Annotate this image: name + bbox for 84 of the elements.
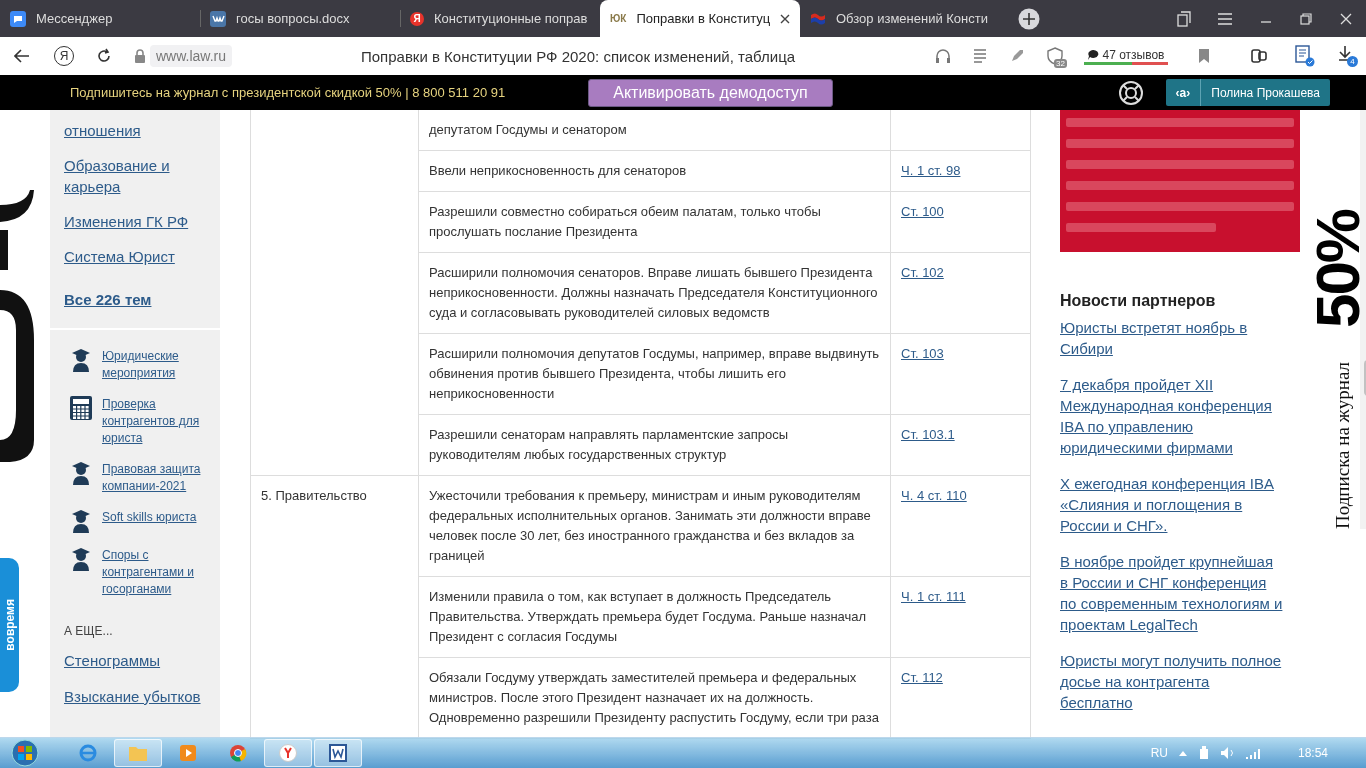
- promo-text: Подпишитесь на журнал с президентской скидкой 50% | 8 800 511 20 91: [70, 85, 507, 100]
- browser-tab[interactable]: Обзор изменений Консти: [800, 0, 1000, 37]
- browser-icon: [228, 743, 248, 763]
- table-cell: депутатом Госдумы и сенатором: [419, 110, 891, 151]
- table-cell: Расширили полномочия сенаторов. Вправе лишать бывшего Президента неприкосновенности. Должны назначать Председателя Конституционного суда и согласовывать руководителей силовых ведомств: [419, 253, 891, 334]
- topic-link[interactable]: отношения: [64, 120, 206, 141]
- start-icon[interactable]: [8, 739, 42, 767]
- signal-icon[interactable]: [1245, 747, 1262, 759]
- browser-icon: [78, 743, 98, 763]
- table-cell: Разрешили совместно собираться обеим палатам, только чтобы прослушать послание Президента: [419, 192, 891, 253]
- media-player-icon: [178, 743, 198, 763]
- document-extension-icon[interactable]: [1294, 45, 1316, 67]
- browser-tab[interactable]: Мессенджер: [0, 0, 200, 37]
- reader-icon[interactable]: [973, 48, 987, 64]
- browser-icon: [278, 743, 298, 763]
- topic-link[interactable]: Взыскание убытков: [64, 686, 206, 707]
- article-link[interactable]: Ст. 112: [901, 670, 943, 685]
- table-cell: Ввели неприкосновенность для сенаторов: [419, 151, 891, 192]
- taskbar-button[interactable]: [314, 739, 362, 767]
- graduate-icon: [70, 348, 92, 372]
- section-heading: А ЕЩЕ...: [63, 623, 114, 638]
- site-logo-icon: Я: [410, 11, 424, 26]
- close-icon[interactable]: [780, 13, 790, 24]
- headphones-icon[interactable]: [935, 48, 951, 64]
- topic-link[interactable]: Все 226 тем: [64, 289, 206, 310]
- device-icon[interactable]: [1197, 746, 1210, 760]
- topic-link[interactable]: Система Юрист: [64, 246, 206, 267]
- service-link[interactable]: Проверка контрагентов для юриста: [102, 396, 210, 447]
- lock-icon: [134, 49, 146, 63]
- service-link[interactable]: Споры с контрагентами и госорганами: [102, 547, 210, 598]
- user-button[interactable]: ‹a› Полина Прокашева: [1165, 79, 1330, 106]
- extension-icon[interactable]: [1250, 47, 1268, 65]
- article-link[interactable]: Ст. 103: [901, 346, 944, 361]
- tabs-icon[interactable]: [1177, 10, 1191, 27]
- chat-icon: [10, 10, 26, 27]
- lifebuoy-icon[interactable]: [1117, 79, 1144, 106]
- volume-icon[interactable]: [1219, 746, 1236, 760]
- new-tab-icon[interactable]: [1018, 7, 1040, 30]
- news-heading: Новости партнеров: [1060, 292, 1217, 310]
- document-icon: [328, 743, 348, 763]
- promo-figure: 50%: [1316, 210, 1360, 329]
- menu-icon[interactable]: [1217, 12, 1233, 25]
- service-link[interactable]: Юридические мероприятия: [102, 348, 210, 382]
- article-link[interactable]: Ст. 103.1: [901, 427, 955, 442]
- service-link[interactable]: Soft skills юриста: [102, 509, 197, 526]
- article-link[interactable]: Ст. 102: [901, 265, 944, 280]
- browser-tab[interactable]: госы вопросы.docx: [200, 0, 400, 37]
- url-field[interactable]: www.law.ru: [150, 45, 233, 67]
- table-cell: Ужесточили требования к премьеру, министрам и иным руководителям федеральных исполнительных органов. Занимать эти должности вправе человек после 30 лет, без иностранного гражданства и без вкладов за границей: [419, 476, 891, 577]
- site-logo-icon: ЮК: [610, 13, 627, 24]
- news-link[interactable]: Юристы встретят ноябрь в Сибири: [1060, 317, 1285, 359]
- table-cell: Разрешили сенаторам направлять парламентские запросы руководителям любых государственных структур: [419, 415, 891, 476]
- topic-link[interactable]: Стенограммы: [64, 650, 206, 671]
- table-cell: Расширили полномочия депутатов Госдумы, например, вправе выдвинуть обвинения против бывшего Президента, чтобы лишить его неприкосновенности: [419, 334, 891, 415]
- bookmark-icon[interactable]: [1198, 48, 1210, 64]
- service-link[interactable]: Правовая защита компании-2021: [102, 461, 210, 495]
- article-link[interactable]: Ст. 100: [901, 204, 944, 219]
- promo-caption: Подписка на журнал: [1332, 362, 1354, 530]
- browser-tab[interactable]: Я Конституционные поправ: [400, 0, 600, 37]
- back-icon[interactable]: [14, 49, 30, 63]
- table-cell: Изменили правила о том, как вступает в должность Председатель Правительства. Утверждать премьера будет Госдума. Раньше назначал Президент с согласия Госдумы: [419, 577, 891, 658]
- reviews-button[interactable]: 47 отзывов: [1084, 47, 1168, 65]
- download-button[interactable]: 4: [1338, 45, 1358, 67]
- comment-icon: [1087, 48, 1100, 61]
- vk-logo-icon: [210, 10, 226, 27]
- browser-tab[interactable]: ЮК Поправки в Конституц: [600, 0, 800, 37]
- article-link[interactable]: Ч. 1 ст. 111: [901, 589, 966, 604]
- article-link[interactable]: Ч. 4 ст. 110: [901, 488, 967, 503]
- graduate-icon: [70, 461, 92, 485]
- news-link[interactable]: X ежегодная конференция IBA «Слияния и поглощения в России и СНГ».: [1060, 473, 1285, 536]
- tray-arrow-icon[interactable]: [1177, 749, 1188, 757]
- calculator-icon: [70, 396, 92, 420]
- graduate-icon: [70, 547, 92, 571]
- news-link[interactable]: 7 декабря пройдет XII Международная конференция IBA по управлению юридическими фирмами: [1060, 374, 1285, 458]
- news-link[interactable]: В ноябре пройдет крупнейшая в России и СНГ конференция по современным технологиям и проектам LegalTech: [1060, 551, 1285, 635]
- news-link[interactable]: Юристы могут получить полное досье на контрагента бесплатно: [1060, 650, 1285, 713]
- graduate-icon: [70, 509, 92, 533]
- reload-icon[interactable]: [96, 48, 112, 64]
- page-title: Поправки в Конституции РФ 2020: список изменений, таблица: [359, 47, 797, 65]
- article-link[interactable]: Ч. 1 ст. 98: [901, 163, 961, 178]
- restore-icon[interactable]: [1299, 11, 1313, 26]
- promo-tab[interactable]: вовремя: [0, 558, 19, 692]
- topic-link[interactable]: Изменения ГК РФ: [64, 211, 206, 232]
- topic-link[interactable]: Образование и карьера: [64, 155, 206, 197]
